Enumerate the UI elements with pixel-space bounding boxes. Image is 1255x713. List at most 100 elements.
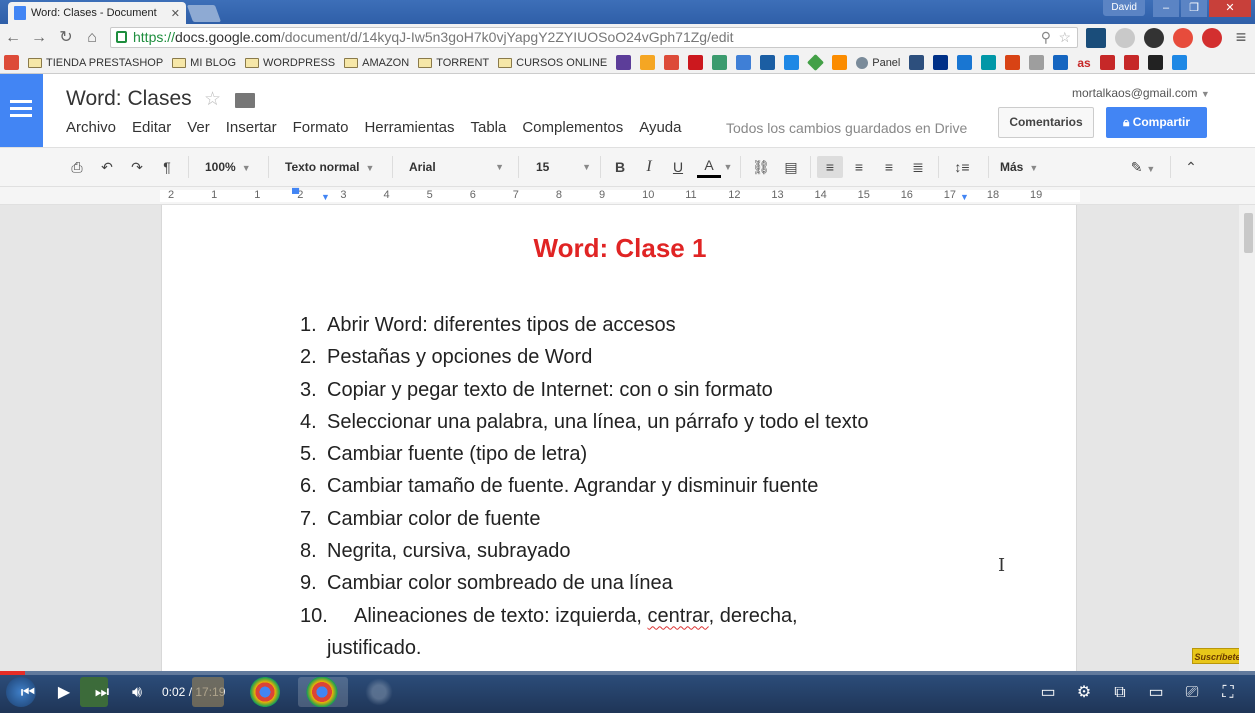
tab-close-icon[interactable]: ✕ [171, 7, 180, 20]
previous-icon[interactable]: ⏮ [18, 683, 38, 703]
save-status[interactable]: Todos los cambios guardados en Drive [726, 120, 967, 136]
paypal-icon[interactable] [933, 55, 949, 70]
settings-gear-icon[interactable]: ⚙ [1072, 683, 1096, 703]
menu-complementos[interactable]: Complementos [514, 119, 631, 136]
menu-tabla[interactable]: Tabla [462, 119, 514, 136]
bookmark-icon[interactable] [1099, 55, 1115, 70]
extension-icon[interactable] [1115, 28, 1135, 48]
subtitles-icon[interactable]: ▭ [1036, 683, 1060, 703]
volume-icon[interactable]: 🔊︎ [126, 683, 148, 703]
menu-formato[interactable]: Formato [285, 119, 357, 136]
bookmark-icon[interactable] [1029, 55, 1045, 70]
align-left-icon[interactable]: ≡ [817, 156, 843, 178]
bookmark-as[interactable]: as [1077, 56, 1090, 70]
scrollbar[interactable] [1239, 205, 1255, 671]
first-line-indent-marker[interactable]: ▀ [292, 189, 299, 200]
bookmark-folder[interactable]: TIENDA PRESTASHOP [28, 57, 163, 69]
bold-button[interactable]: B [610, 156, 630, 178]
bookmark-star-icon[interactable]: ☆ [1058, 28, 1071, 47]
bookmark-icon[interactable] [760, 55, 776, 70]
left-indent-marker[interactable]: ▼ [321, 192, 330, 202]
bookmark-folder[interactable]: MI BLOG [172, 57, 236, 69]
misspelled-word[interactable]: centrar [648, 605, 709, 627]
cast-icon[interactable]: ⎚ [1180, 683, 1204, 703]
bookmark-icon[interactable] [981, 55, 997, 70]
bookmark-folder[interactable]: WORDPRESS [245, 57, 335, 69]
bookmark-icon[interactable] [1171, 55, 1187, 70]
fullscreen-icon[interactable]: ⛶ [1216, 683, 1240, 703]
menu-archivo[interactable]: Archivo [58, 119, 124, 136]
right-indent-marker[interactable]: ▼ [960, 192, 969, 202]
extension-icon[interactable] [1086, 28, 1106, 48]
profile-button[interactable]: David [1103, 0, 1145, 16]
google-plus-icon[interactable] [4, 55, 19, 70]
chevron-down-icon[interactable]: ▼ [723, 156, 733, 178]
font-size-select[interactable]: 15 ▼ [536, 156, 591, 178]
menu-ayuda[interactable]: Ayuda [631, 119, 689, 136]
document-title[interactable]: Word: Clases [66, 87, 192, 111]
home-icon[interactable]: ⌂ [82, 28, 102, 48]
next-icon[interactable]: ⏭ [92, 683, 112, 703]
play-icon[interactable]: ▶ [54, 683, 74, 703]
subscribe-badge[interactable]: Suscríbete! [1192, 648, 1246, 664]
menu-ver[interactable]: Ver [179, 119, 218, 136]
browser-tab-active[interactable]: Word: Clases - Document ✕ [8, 2, 186, 24]
move-folder-icon[interactable] [235, 93, 255, 108]
font-select[interactable]: Arial ▼ [409, 156, 504, 178]
bookmark-icon[interactable] [1123, 55, 1139, 70]
align-right-icon[interactable]: ≡ [877, 156, 901, 178]
comment-icon[interactable]: ▤ [780, 156, 802, 178]
bookmark-icon[interactable] [736, 55, 752, 70]
docs-home-button[interactable] [0, 74, 43, 147]
video-progress-bar[interactable] [0, 671, 1255, 675]
bookmark-icon[interactable] [640, 55, 656, 70]
editing-mode-icon[interactable]: ✎ ▼ [1126, 156, 1160, 178]
document-page[interactable]: Word: Clase 1 1. Abrir Word: diferentes t… [161, 205, 1077, 671]
share-button[interactable]: 🔒︎ Compartir [1106, 107, 1207, 138]
close-window-button[interactable]: ✕ [1209, 0, 1251, 17]
minimize-button[interactable]: – [1153, 0, 1179, 17]
collapse-chevron-icon[interactable]: ⌃ [1180, 156, 1202, 178]
back-arrow-icon[interactable]: ← [3, 28, 23, 48]
menu-herramientas[interactable]: Herramientas [356, 119, 462, 136]
bookmark-folder[interactable]: CURSOS ONLINE [498, 57, 607, 69]
bookmark-folder[interactable]: AMAZON [344, 57, 409, 69]
menu-icon[interactable]: ≡ [1231, 28, 1251, 48]
bookmark-panel[interactable]: Panel [856, 56, 900, 69]
forward-arrow-icon[interactable]: → [29, 28, 49, 48]
youtube-icon[interactable] [688, 55, 704, 70]
google-plus-icon[interactable] [664, 55, 680, 70]
bookmark-icon[interactable] [712, 55, 728, 70]
maximize-button[interactable]: ❐ [1181, 0, 1207, 17]
more-button[interactable]: Más ▼ [1000, 156, 1038, 178]
bookmark-icon[interactable] [784, 55, 800, 70]
print-icon[interactable]: ⎙ [66, 156, 88, 178]
reload-icon[interactable]: ↻ [56, 28, 76, 48]
redo-icon[interactable]: ↷ [126, 156, 148, 178]
adwords-icon[interactable] [957, 55, 973, 70]
bookmark-icon[interactable] [909, 55, 925, 70]
align-justify-icon[interactable]: ≣ [906, 156, 930, 178]
menu-insertar[interactable]: Insertar [218, 119, 285, 136]
paragraph-style-select[interactable]: Texto normal ▼ [285, 156, 374, 178]
account-email[interactable]: mortalkaos@gmail.com ▼ [1072, 86, 1210, 100]
bookmark-icon[interactable] [1005, 55, 1021, 70]
undo-icon[interactable]: ↶ [96, 156, 118, 178]
theater-mode-icon[interactable]: ▭ [1144, 683, 1168, 703]
mail-icon[interactable] [616, 55, 632, 70]
star-icon[interactable]: ☆ [204, 88, 221, 111]
link-icon[interactable]: ⛓ [750, 156, 772, 178]
underline-button[interactable]: U [668, 156, 688, 178]
text-color-button[interactable]: A [697, 156, 721, 178]
menu-editar[interactable]: Editar [124, 119, 179, 136]
extension-icon[interactable] [1173, 28, 1193, 48]
bookmark-folder[interactable]: TORRENT [418, 57, 489, 69]
scrollbar-thumb[interactable] [1244, 213, 1253, 253]
bookmark-icon[interactable] [832, 55, 848, 70]
bookmark-icon[interactable] [807, 54, 825, 71]
address-bar[interactable]: https://docs.google.com/document/d/14kyq… [110, 27, 1078, 48]
italic-button[interactable]: I [639, 156, 659, 178]
new-tab-button[interactable] [186, 5, 222, 22]
paint-format-icon[interactable]: ¶ [156, 156, 178, 178]
extension-icon[interactable] [1144, 28, 1164, 48]
